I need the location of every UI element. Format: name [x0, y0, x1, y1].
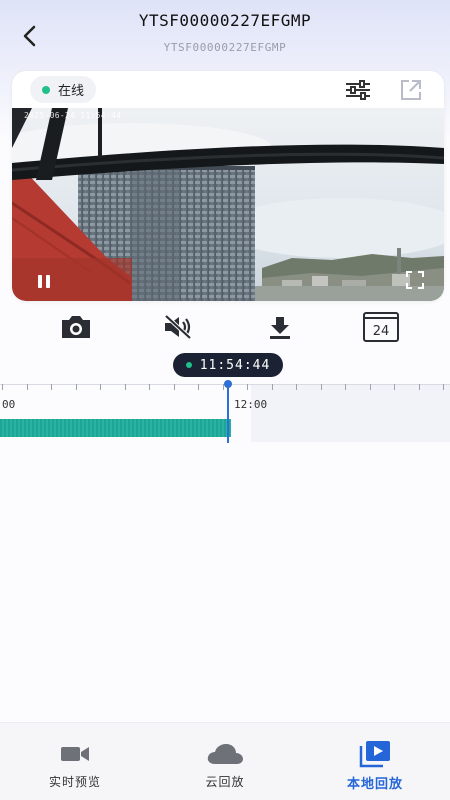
video-timestamp: 2025-06-24 11:54:44: [24, 111, 122, 120]
tab-local-playback[interactable]: 本地回放: [300, 723, 450, 800]
calendar-icon: 24: [363, 312, 399, 342]
page-title: YTSF00000227EFGMP: [138, 11, 312, 30]
tab-label: 云回放: [205, 775, 245, 789]
cloud-icon: [207, 744, 243, 764]
tab-cloud-playback[interactable]: 云回放: [150, 723, 300, 800]
timeline-cursor-handle[interactable]: [224, 380, 232, 388]
camera-icon: [62, 316, 90, 338]
tick-label-right: 12:00: [234, 398, 268, 411]
settings-sliders-icon: [346, 80, 370, 100]
timeline-tick: [247, 384, 248, 390]
playback-icon: [359, 741, 390, 768]
timeline-tick: [296, 384, 297, 390]
online-dot-icon: [42, 85, 50, 94]
status-badge: 在线: [30, 76, 97, 103]
tick-label-left: 00: [2, 398, 16, 411]
timeline-tick: [321, 384, 322, 390]
download-icon: [270, 317, 290, 339]
tab-live-preview[interactable]: 实时预览: [0, 723, 150, 800]
pause-icon: [38, 274, 42, 288]
video-camera-icon: [61, 747, 89, 761]
settings-button[interactable]: [345, 78, 371, 102]
download-button[interactable]: [260, 309, 300, 345]
playback-controls: 24: [0, 309, 450, 345]
timeline-tick: [27, 384, 28, 390]
snapshot-button[interactable]: [56, 309, 96, 345]
timeline-tick: [2, 384, 3, 390]
external-link-button[interactable]: [398, 78, 424, 102]
timeline-future-region: [251, 384, 450, 442]
timeline-tick: [345, 384, 346, 390]
external-link-icon: [401, 80, 421, 100]
pause-button[interactable]: [35, 272, 53, 290]
timeline-tick: [125, 384, 126, 390]
recording-dot-icon: [185, 362, 192, 368]
pause-icon: [46, 274, 50, 288]
tab-label: 本地回放: [346, 777, 403, 792]
timeline-tick: [394, 384, 395, 390]
calendar-button[interactable]: 24: [361, 309, 401, 345]
timeline-tick: [100, 384, 101, 390]
timeline-tick: [174, 384, 175, 390]
timeline-tick: [51, 384, 52, 390]
current-time: 11:54:44: [199, 357, 271, 373]
mute-button[interactable]: [158, 309, 198, 345]
bottom-tab-bar: 实时预览 云回放 本地回放: [0, 722, 450, 800]
calendar-day: 24: [373, 324, 390, 339]
timeline-tick: [76, 384, 77, 390]
fullscreen-icon[interactable]: [406, 271, 424, 289]
video-scene: [12, 108, 444, 301]
timeline-tick: [419, 384, 420, 390]
timeline-tick: [443, 384, 444, 390]
timeline-tick: [272, 384, 273, 390]
current-time-badge: 11:54:44: [173, 353, 283, 377]
video-card: 在线 2025-06-24 11:54:44: [12, 71, 444, 301]
timeline-tick: [149, 384, 150, 390]
page-subtitle: YTSF00000227EFGMP: [163, 41, 287, 54]
timeline[interactable]: 00 12:00: [0, 380, 450, 444]
header: YTSF00000227EFGMP YTSF00000227EFGMP: [0, 0, 450, 70]
speaker-muted-icon: [164, 314, 192, 340]
tab-label: 实时预览: [48, 775, 101, 789]
timeline-cursor[interactable]: [227, 382, 229, 443]
status-label: 在线: [58, 84, 85, 99]
video-player[interactable]: 2025-06-24 11:54:44: [12, 108, 444, 301]
recording-segment[interactable]: [0, 419, 231, 437]
timeline-tick: [370, 384, 371, 390]
timeline-tick: [198, 384, 199, 390]
